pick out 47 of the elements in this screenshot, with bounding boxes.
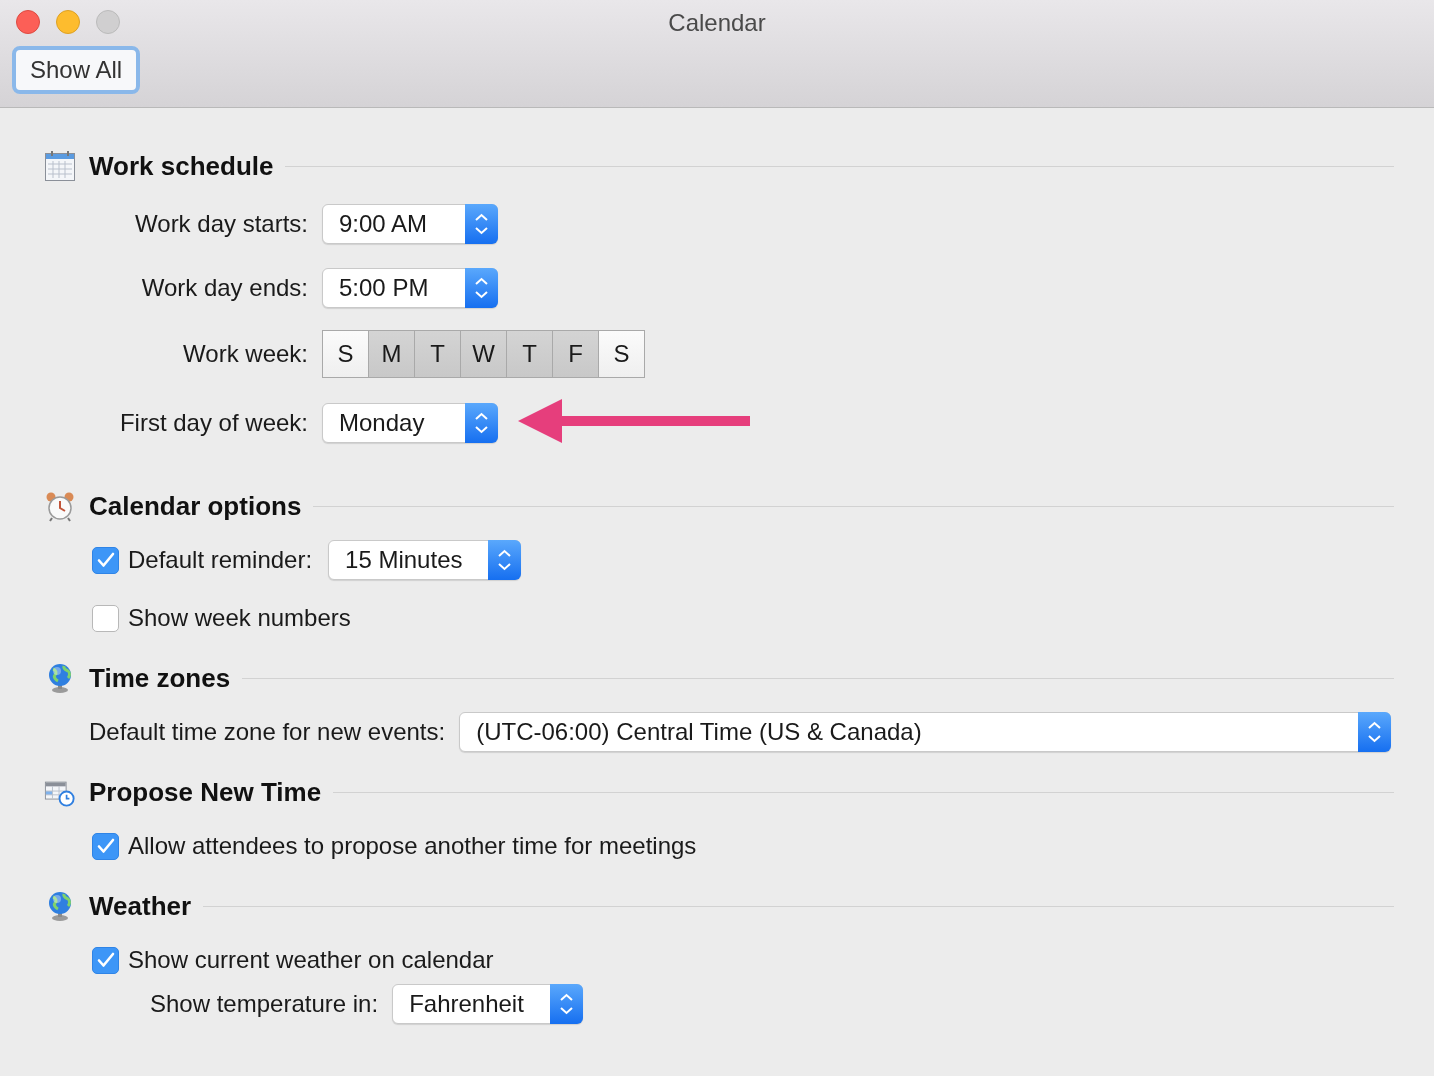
stepper-arrows-icon (549, 984, 583, 1024)
calendar-icon (44, 150, 76, 182)
popup-button[interactable]: 5:00 PM (322, 268, 498, 308)
close-button[interactable] (16, 10, 40, 34)
checkbox[interactable] (92, 832, 119, 860)
checkmark-icon (96, 838, 115, 854)
weekday-toggle[interactable]: S (599, 331, 644, 377)
show-all-button[interactable]: Show All (12, 46, 141, 94)
checkbox-label: Show week numbers (128, 604, 351, 632)
checkbox[interactable] (92, 946, 119, 974)
checkbox-label: Allow attendees to propose another time for meetings (128, 832, 697, 860)
field-label: Work day starts: (134, 210, 308, 238)
checkbox[interactable] (92, 546, 119, 574)
section-heading: Propose New Time (89, 776, 322, 808)
weekday-toggle[interactable]: T (415, 331, 460, 377)
window-title: Calendar (668, 9, 766, 36)
checkbox[interactable] (92, 604, 119, 632)
field-label: First day of week: (118, 409, 308, 437)
popup-button[interactable]: Monday (322, 403, 498, 443)
popup-button[interactable]: (UTC-06:00) Central Time (US & Canada) (459, 712, 1391, 752)
field-label: Show temperature in: (150, 990, 379, 1018)
checkbox-label: Show current weather on calendar (128, 946, 494, 974)
popup-button[interactable]: 15 Minutes (328, 540, 522, 580)
stepper-arrows-icon (1358, 712, 1391, 752)
popup-button[interactable]: Fahrenheit (392, 984, 583, 1024)
stepper-arrows-icon (465, 204, 498, 244)
weekday-toggle[interactable]: W (461, 331, 506, 377)
field-label: Work day ends: (140, 274, 308, 302)
section-heading: Time zones (89, 662, 231, 694)
stepper-arrows-icon (465, 403, 498, 443)
alarm-clock-icon (44, 490, 76, 522)
weekday-toggle[interactable]: T (507, 331, 552, 377)
section-heading: Weather (89, 890, 192, 922)
stepper-arrows-icon (488, 540, 522, 580)
stepper-arrows-icon (465, 268, 498, 308)
section-heading: Calendar options (89, 490, 302, 522)
field-label: Default time zone for new events: (89, 718, 446, 746)
field-label: Work week: (182, 340, 308, 368)
checkmark-icon (96, 552, 115, 568)
weekday-toggle[interactable]: M (369, 331, 414, 377)
checkmark-icon (96, 952, 115, 968)
popup-button[interactable]: 9:00 AM (322, 204, 498, 244)
weekday-toggle[interactable]: F (553, 331, 598, 377)
weekday-toggle[interactable]: S (323, 331, 368, 377)
checkbox-label: Default reminder: (128, 546, 313, 574)
minimize-button[interactable] (56, 10, 80, 34)
section-heading: Work schedule (89, 150, 274, 182)
